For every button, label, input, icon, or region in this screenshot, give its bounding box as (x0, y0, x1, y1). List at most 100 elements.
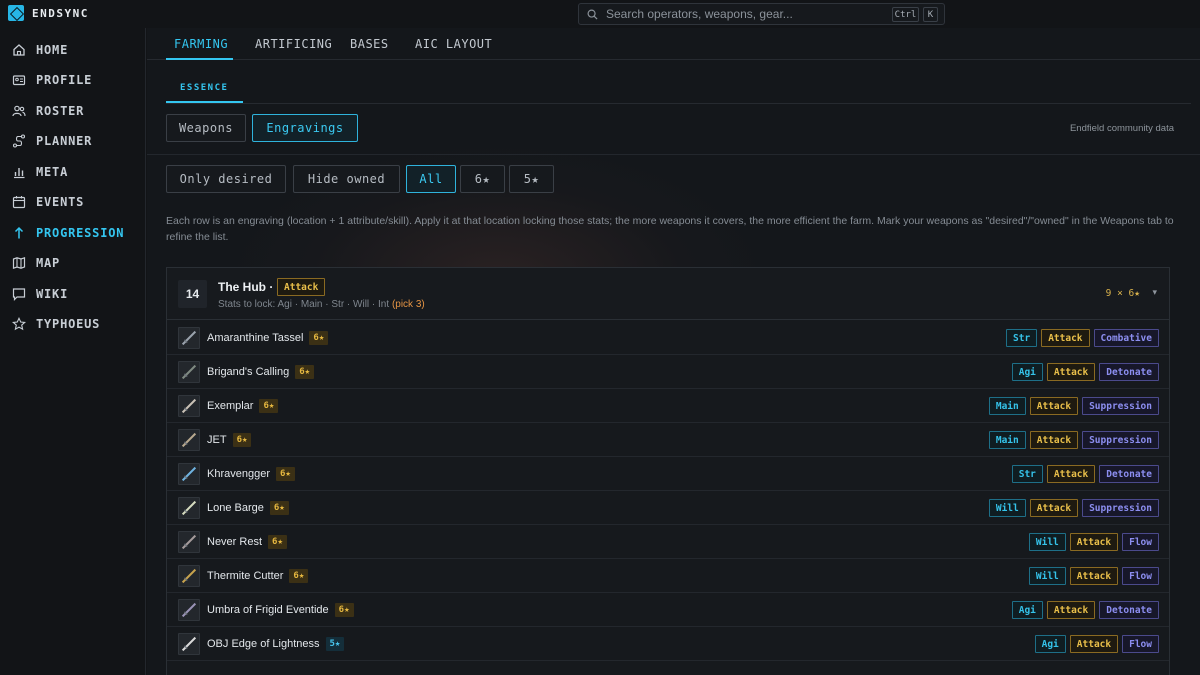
sidebar-item-events[interactable]: EVENTS (0, 187, 146, 217)
weapon-name: Khravengger 6★ (207, 467, 295, 481)
search-input[interactable]: Search operators, weapons, gear... Ctrl … (578, 3, 945, 25)
sidebar-item-label: HOME (36, 43, 69, 57)
weapon-row[interactable]: Umbra of Frigid Eventide 6★ Agi Attack Deton… (167, 593, 1169, 627)
weapon-tags: Agi Attack Detonate (1011, 601, 1159, 619)
weapon-name: Amaranthine Tassel 6★ (207, 331, 329, 345)
weapon-name-text: Amaranthine Tassel (207, 332, 304, 344)
location-attribute-tag: Attack (277, 278, 326, 296)
skill-tag: Detonate (1099, 465, 1159, 483)
weapon-tags: Agi Attack Flow (1034, 635, 1159, 653)
skill-tag: Suppression (1082, 431, 1159, 449)
rarity-badge: 6★ (289, 569, 309, 583)
rarity-badge: 6★ (309, 331, 329, 345)
users-icon (12, 105, 26, 117)
weapon-row[interactable]: Never Rest 6★ Will Attack Flow (167, 525, 1169, 559)
weapon-icon (178, 565, 200, 587)
weapon-name-text: Umbra of Frigid Eventide (207, 604, 329, 616)
weapon-tags: Str Attack Combative (1006, 329, 1159, 347)
weapon-row[interactable]: OBJ Edge of Lightness 5★ Agi Attack Flow (167, 627, 1169, 661)
rarity-badge: 6★ (276, 467, 295, 481)
sidebar-item-typhoeus[interactable]: TYPHOEUS (0, 309, 146, 339)
sidebar-item-map[interactable]: MAP (0, 248, 146, 278)
skill-tag: Flow (1122, 635, 1159, 653)
all-filter[interactable]: All (406, 165, 456, 193)
weapon-name-text: Never Rest (207, 536, 263, 548)
rarity-badge: 6★ (232, 433, 252, 447)
weapon-row[interactable]: Thermite Cutter 6★ Will Attack Flow (167, 559, 1169, 593)
only-desired-filter[interactable]: Only desired (166, 165, 286, 193)
weapon-row[interactable]: Amaranthine Tassel 6★ Str Attack Combative (167, 321, 1169, 355)
weapon-icon (178, 327, 200, 349)
sidebar-item-label: ROSTER (36, 104, 85, 118)
active-tab-indicator (166, 58, 233, 60)
home-icon (13, 44, 25, 56)
skill-tag: Detonate (1099, 363, 1159, 381)
weapon-name: Exemplar 6★ (207, 399, 279, 413)
hide-owned-filter[interactable]: Hide owned (293, 165, 400, 193)
rarity-badge: 6★ (269, 501, 289, 515)
tab-bases[interactable]: BASES (350, 37, 389, 51)
engravings-view-button[interactable]: Engravings (252, 114, 358, 142)
brand-name: ENDSYNC (32, 6, 89, 20)
sidebar-item-wiki[interactable]: WIKI (0, 279, 146, 309)
weapon-row[interactable]: Brigand's Calling 6★ Agi Attack Detonate (167, 355, 1169, 389)
stat-tag: Will (988, 499, 1026, 517)
skill-tag: Suppression (1082, 397, 1159, 415)
weapons-view-button[interactable]: Weapons (166, 114, 246, 142)
weapon-row[interactable]: Exemplar 6★ Main Attack Suppression (167, 389, 1169, 423)
engraving-card: 14 The Hub · Attack Stats to lock: Agi ·… (166, 267, 1170, 675)
divider (166, 103, 1191, 104)
sidebar-item-meta[interactable]: META (0, 157, 146, 187)
weapon-tags: Will Attack Flow (1028, 567, 1159, 585)
weapon-row[interactable]: JET 6★ Main Attack Suppression (167, 423, 1169, 457)
sidebar-item-home[interactable]: HOME (0, 35, 146, 65)
weapon-icon (178, 395, 200, 417)
weapon-icon (178, 599, 200, 621)
sidebar-item-roster[interactable]: ROSTER (0, 96, 146, 126)
bar-chart-icon (14, 168, 25, 179)
six-star-filter[interactable]: 6★ (460, 165, 505, 193)
skill-tag: Detonate (1099, 601, 1159, 619)
weapon-name: Never Rest 6★ (207, 535, 287, 549)
weapon-name-text: Khravengger (207, 468, 270, 480)
stat-tag: Agi (1011, 363, 1043, 381)
sidebar-item-progression[interactable]: PROGRESSION (0, 218, 146, 248)
subtab-essence[interactable]: ESSENCE (180, 83, 228, 93)
brand-logo-icon (8, 5, 24, 21)
engraving-card-header[interactable]: 14 The Hub · Attack Stats to lock: Agi ·… (167, 268, 1169, 320)
sidebar-item-label: PROFILE (36, 73, 93, 87)
tab-aic-layout[interactable]: AIC LAYOUT (415, 37, 492, 51)
weapon-row[interactable]: Lone Barge 6★ Will Attack Suppression (167, 491, 1169, 525)
weapon-row[interactable]: Khravengger 6★ Str Attack Detonate (167, 457, 1169, 491)
location-title: The Hub · (218, 280, 274, 294)
weapon-icon (178, 463, 200, 485)
rarity-badge: 6★ (268, 535, 287, 549)
weapon-tags: Str Attack Detonate (1011, 465, 1159, 483)
attack-tag: Attack (1046, 465, 1096, 483)
brand[interactable]: ENDSYNC (8, 5, 89, 21)
chevron-down-icon[interactable]: ▾ (1152, 287, 1157, 298)
weapon-name-text: JET (207, 434, 227, 446)
attack-tag: Attack (1029, 499, 1079, 517)
skill-tag: Suppression (1082, 499, 1159, 517)
weapon-icon (178, 429, 200, 451)
sidebar-item-planner[interactable]: PLANNER (0, 126, 146, 156)
weapon-icon (178, 531, 200, 553)
sidebar-item-label: PROGRESSION (36, 226, 125, 240)
attack-tag: Attack (1069, 533, 1119, 551)
sidebar-item-label: MAP (36, 256, 61, 270)
attack-tag: Attack (1029, 431, 1079, 449)
weapon-name-text: OBJ Edge of Lightness (207, 638, 320, 650)
rarity-badge: 6★ (334, 603, 354, 617)
stats-to-lock-text: Stats to lock: Agi · Main · Str · Will ·… (218, 299, 390, 310)
sidebar-item-profile[interactable]: PROFILE (0, 65, 146, 95)
tab-farming[interactable]: FARMING (174, 37, 228, 51)
id-card-icon (12, 75, 26, 86)
weapon-tags: Main Attack Suppression (988, 431, 1159, 449)
tab-artificing[interactable]: ARTIFICING (255, 37, 332, 51)
weapon-icon (178, 497, 200, 519)
weapon-icon (178, 633, 200, 655)
five-star-filter[interactable]: 5★ (509, 165, 554, 193)
weapon-tags: Main Attack Suppression (988, 397, 1159, 415)
stat-tag: Agi (1034, 635, 1066, 653)
